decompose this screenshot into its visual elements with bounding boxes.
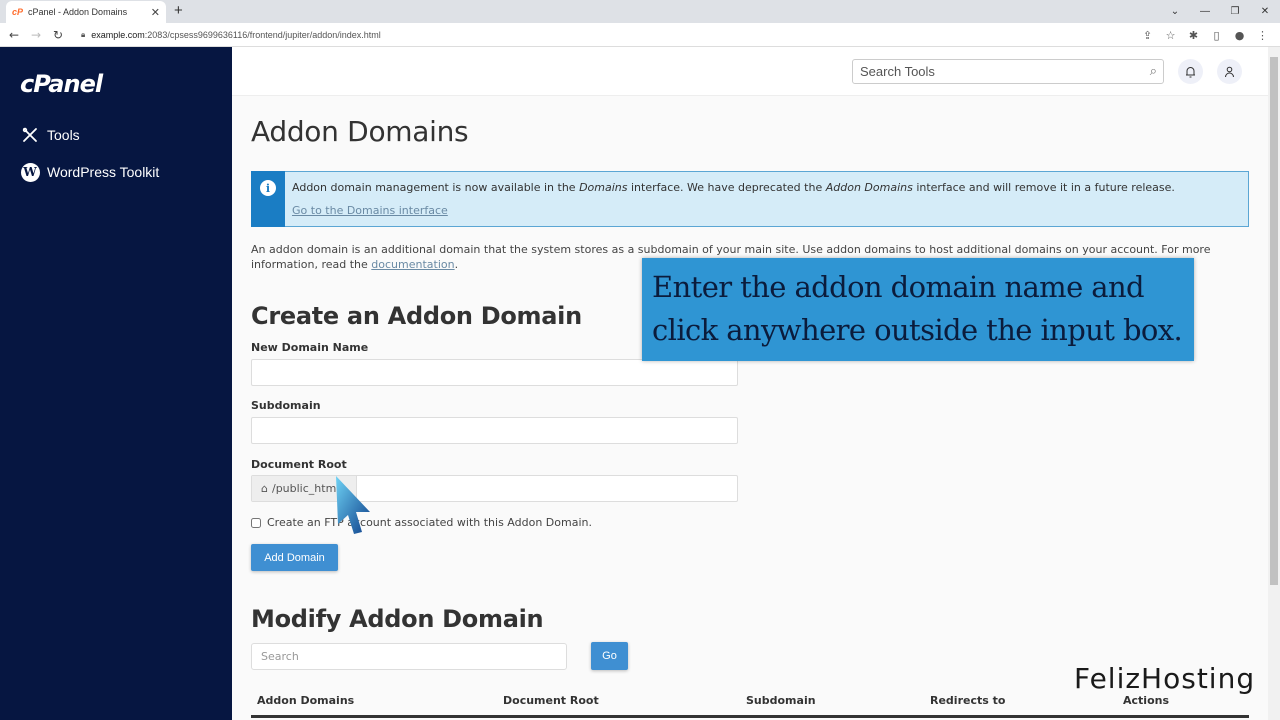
- modify-search-input[interactable]: Search: [251, 643, 567, 670]
- browser-toolbar: ⇪ ☆ ✱ ▯ ● ⋮: [1136, 23, 1274, 47]
- menu-kebab-icon[interactable]: ⋮: [1251, 29, 1274, 42]
- document-root-input[interactable]: [357, 476, 737, 501]
- reload-icon[interactable]: ↻: [47, 28, 69, 42]
- mouse-cursor-icon: [336, 476, 370, 534]
- column-header-subdomain[interactable]: Subdomain: [746, 694, 816, 707]
- sidebar: cPanel Tools W WordPress Toolkit: [0, 47, 232, 720]
- back-icon[interactable]: ←: [3, 28, 25, 42]
- close-window-button[interactable]: ✕: [1250, 6, 1280, 17]
- ftp-account-checkbox[interactable]: [251, 517, 261, 528]
- address-bar: ← → ↻ 🔒︎ example.com :2083/cpsess9699636…: [0, 23, 1280, 47]
- document-root-field: ⌂/public_html: [251, 475, 738, 502]
- felizhosting-watermark: FelizHosting: [1074, 662, 1256, 695]
- document-root-label: Document Root: [251, 458, 347, 471]
- go-button[interactable]: Go: [591, 642, 628, 670]
- window-controls: ⌄ — ❐ ✕: [1160, 0, 1280, 23]
- new-tab-button[interactable]: +: [174, 2, 183, 19]
- sidebar-item-tools[interactable]: Tools: [20, 125, 80, 145]
- column-header-addon-domains[interactable]: Addon Domains: [257, 694, 354, 707]
- scrollbar-thumb[interactable]: [1270, 57, 1278, 585]
- url-host: example.com: [91, 29, 145, 40]
- search-tools-input[interactable]: Search Tools ⌕: [852, 59, 1164, 84]
- extensions-icon[interactable]: ✱: [1182, 29, 1205, 42]
- new-domain-label: New Domain Name: [251, 341, 369, 354]
- search-placeholder: Search: [261, 650, 299, 663]
- wordpress-icon: W: [20, 162, 40, 182]
- minimize-button[interactable]: —: [1190, 6, 1220, 17]
- main-content: Addon Domains i Addon domain management …: [232, 96, 1268, 720]
- url-path: :2083/cpsess9699636116/frontend/jupiter/…: [144, 29, 381, 40]
- sidebar-item-wordpress-toolkit[interactable]: W WordPress Toolkit: [20, 162, 159, 182]
- notifications-bell-icon[interactable]: [1178, 59, 1203, 84]
- share-icon[interactable]: ⇪: [1136, 29, 1159, 42]
- page-title: Addon Domains: [251, 115, 469, 148]
- restore-button[interactable]: ❐: [1220, 6, 1250, 17]
- tools-icon: [20, 125, 40, 145]
- column-header-document-root[interactable]: Document Root: [503, 694, 599, 707]
- bookmark-star-icon[interactable]: ☆: [1159, 29, 1182, 42]
- add-domain-button[interactable]: Add Domain: [251, 544, 338, 571]
- subdomain-label: Subdomain: [251, 399, 321, 412]
- column-header-actions: Actions: [1123, 694, 1169, 707]
- profile-icon[interactable]: ●: [1228, 29, 1251, 42]
- user-account-icon[interactable]: [1217, 59, 1242, 84]
- create-addon-heading: Create an Addon Domain: [251, 302, 582, 330]
- ftp-checkbox-label[interactable]: Create an FTP account associated with th…: [267, 516, 592, 529]
- page-scrollbar[interactable]: [1268, 47, 1280, 720]
- column-header-redirects-to[interactable]: Redirects to: [930, 694, 1005, 707]
- new-domain-input[interactable]: [251, 359, 738, 386]
- sidebar-item-label: Tools: [47, 127, 80, 143]
- forward-icon[interactable]: →: [25, 28, 47, 42]
- deprecation-alert: i Addon domain management is now availab…: [251, 171, 1249, 227]
- documentation-link[interactable]: documentation: [371, 258, 454, 271]
- alert-message: Addon domain management is now available…: [292, 181, 1175, 194]
- ftp-checkbox-row: Create an FTP account associated with th…: [251, 516, 592, 529]
- browser-tab[interactable]: cP cPanel - Addon Domains ✕: [6, 1, 166, 23]
- info-icon: i: [260, 180, 276, 196]
- search-tools-placeholder: Search Tools: [860, 64, 935, 79]
- home-icon: ⌂: [261, 482, 268, 495]
- top-header: Search Tools ⌕: [232, 47, 1268, 96]
- modify-addon-heading: Modify Addon Domain: [251, 605, 544, 633]
- tab-search-icon[interactable]: ⌄: [1160, 6, 1190, 17]
- cpanel-favicon-icon: cP: [12, 7, 24, 17]
- tab-close-icon[interactable]: ✕: [151, 6, 160, 19]
- url-field[interactable]: 🔒︎ example.com :2083/cpsess9699636116/fr…: [81, 30, 381, 40]
- search-icon: ⌕: [1149, 63, 1157, 78]
- tab-title: cPanel - Addon Domains: [28, 7, 128, 17]
- subdomain-input[interactable]: [251, 417, 738, 444]
- cpanel-logo[interactable]: cPanel: [20, 70, 103, 98]
- go-to-domains-link[interactable]: Go to the Domains interface: [292, 204, 448, 217]
- side-panel-icon[interactable]: ▯: [1205, 29, 1228, 42]
- tutorial-callout: Enter the addon domain name and click an…: [642, 258, 1194, 361]
- lock-icon: 🔒︎: [81, 29, 86, 39]
- sidebar-item-label: WordPress Toolkit: [47, 164, 160, 180]
- browser-tab-bar: cP cPanel - Addon Domains ✕ + ⌄ — ❐ ✕: [0, 0, 1280, 23]
- table-header-divider: [251, 715, 1249, 718]
